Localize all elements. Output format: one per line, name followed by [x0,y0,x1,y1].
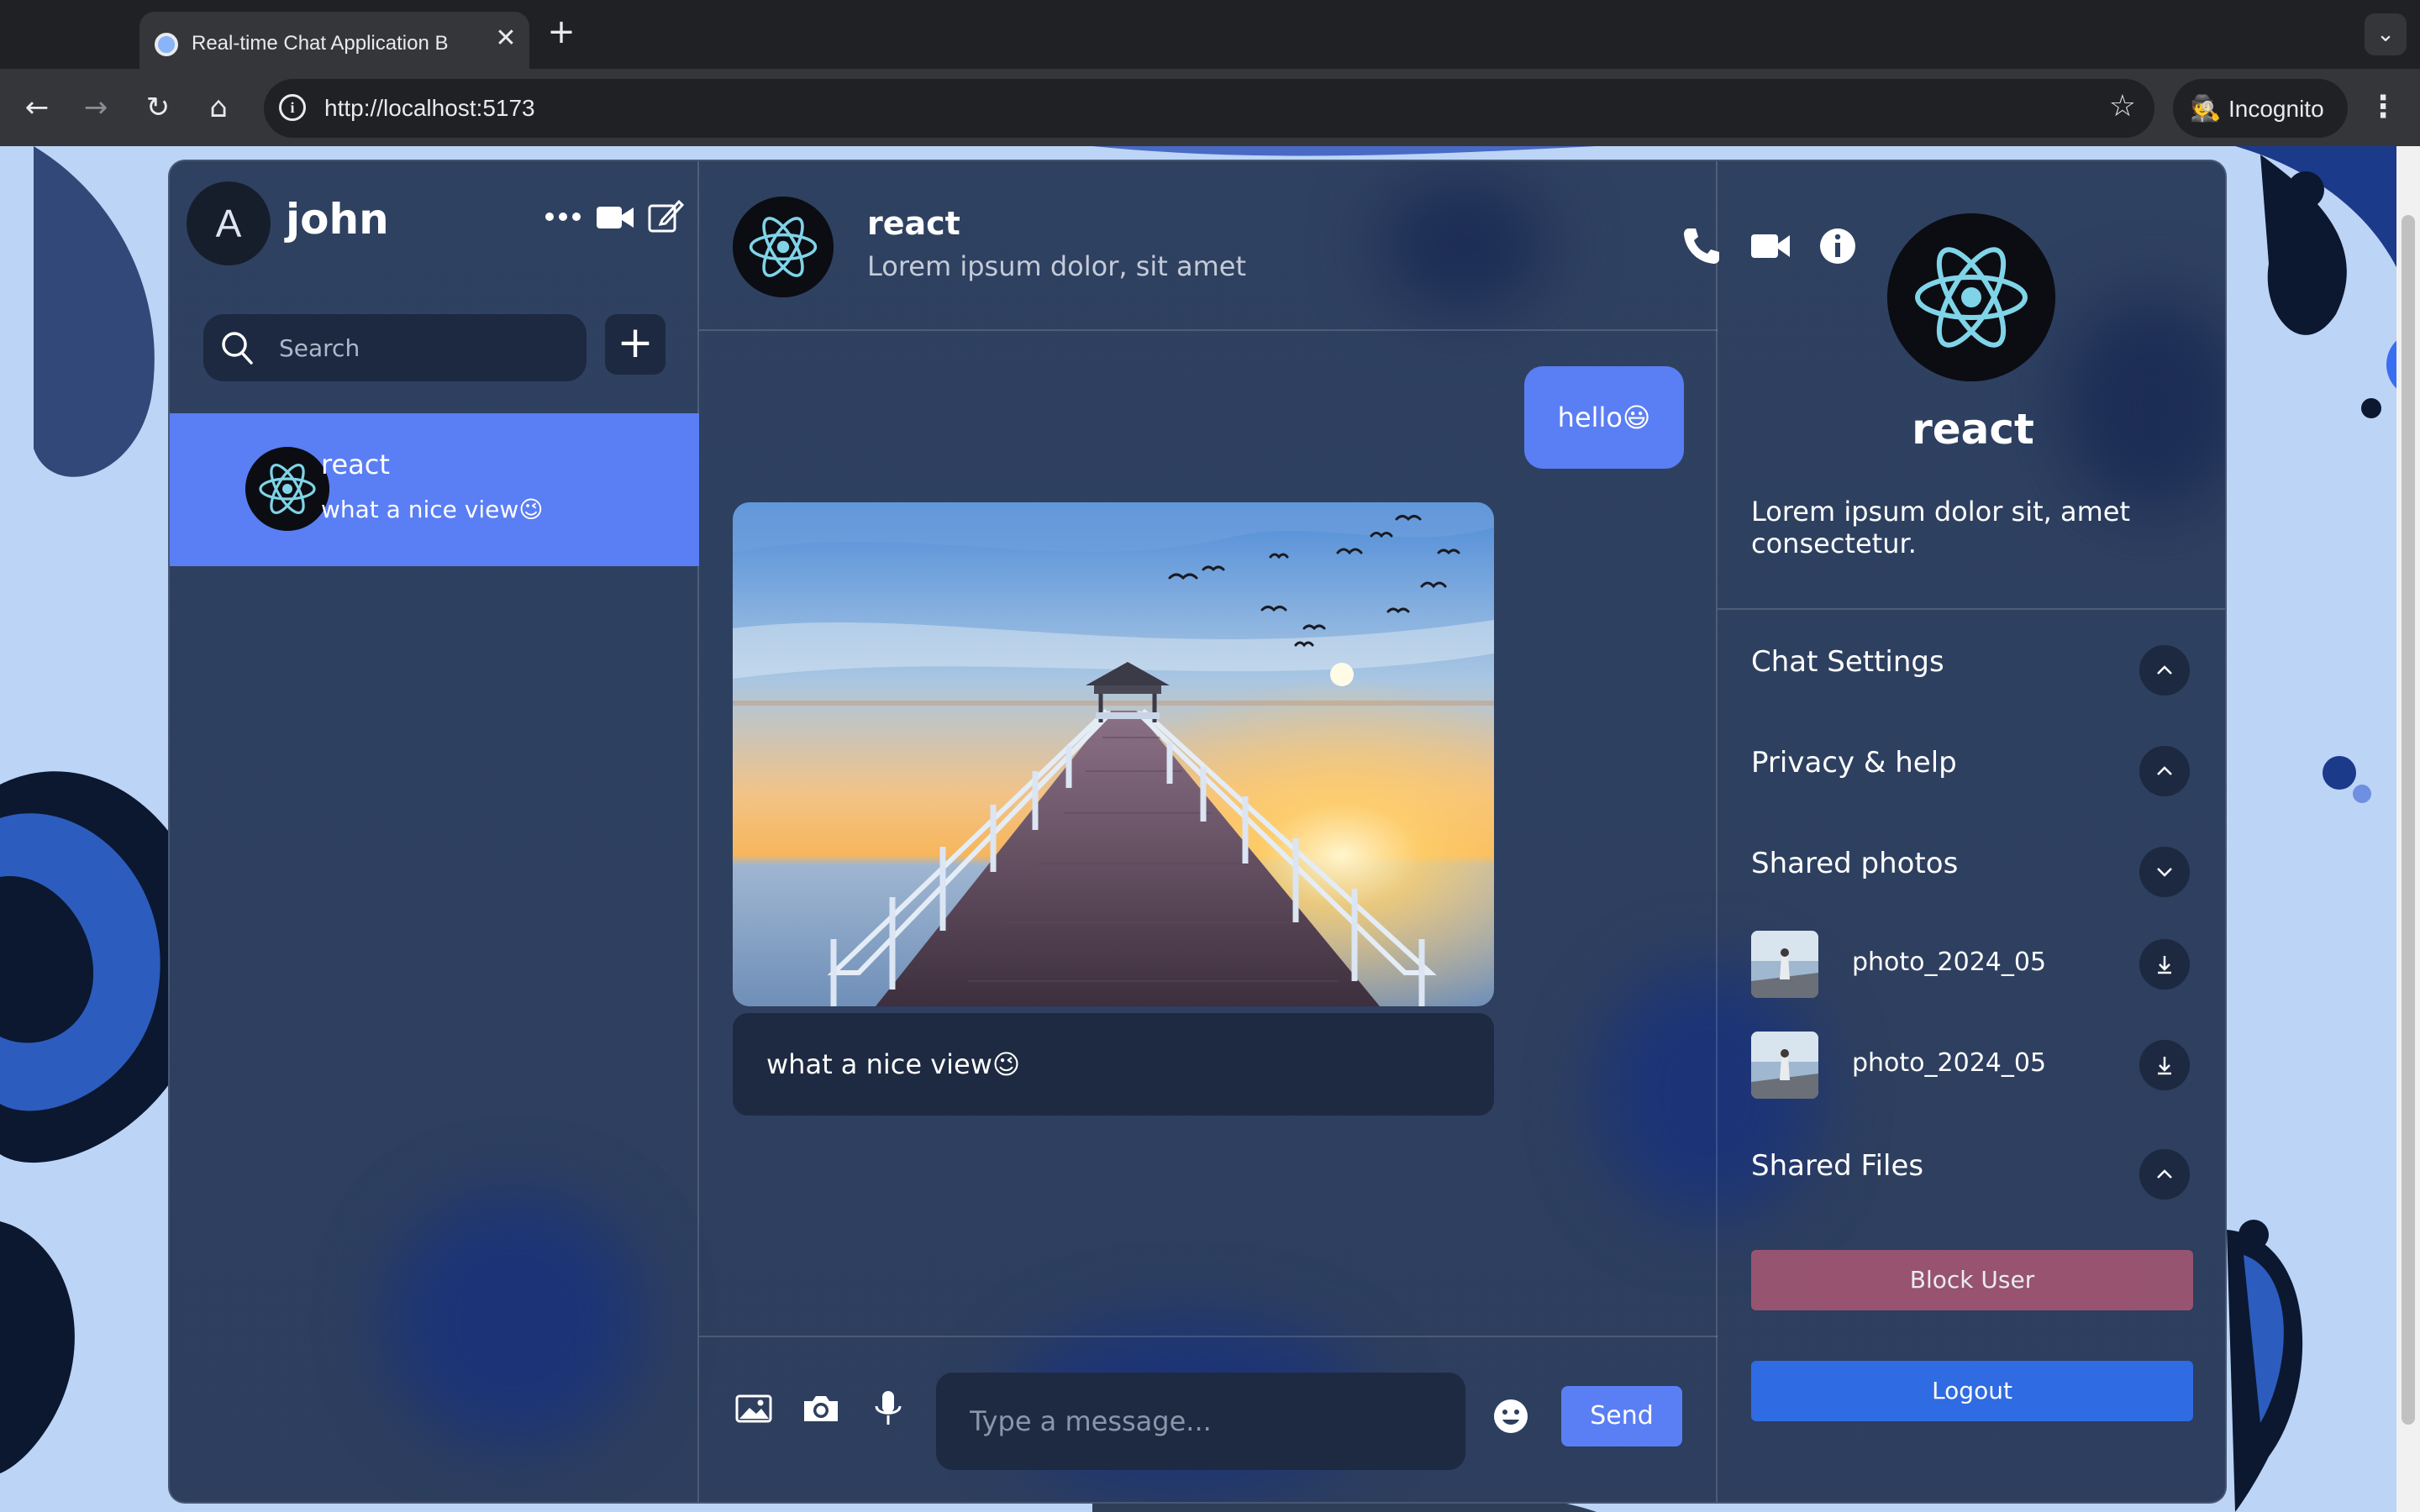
send-button[interactable]: Send [1561,1386,1682,1446]
tab-favicon-icon [155,33,178,56]
tab-close-icon[interactable]: ✕ [491,24,521,54]
bookmark-star-icon[interactable]: ☆ [2109,89,2136,123]
conversation-panel: react Lorem ipsum dolor, sit amet hello😃 [699,161,1855,1502]
image-upload-icon[interactable] [733,1388,775,1430]
conversation-header: react Lorem ipsum dolor, sit amet [699,161,1855,331]
browser-tab[interactable]: Real-time Chat Application B ✕ [139,12,529,69]
photo-name: photo_2024_05 [1852,1048,2047,1078]
chat-item-name: react [321,449,390,480]
chat-item-last-message: what a nice view😉 [321,496,544,523]
incognito-icon: 🕵 [2190,94,2222,123]
chevron-up-icon[interactable] [2139,645,2190,696]
message-composer: Send [699,1336,1718,1502]
message-image[interactable] [733,502,1494,1006]
details-description: Lorem ipsum dolor sit, amet consectetur. [1751,496,2130,559]
search-box[interactable] [203,314,587,381]
photo-thumbnail[interactable] [1751,931,1818,998]
home-icon[interactable]: ⌂ [198,87,239,128]
edit-icon[interactable] [647,198,684,235]
camera-icon[interactable] [800,1388,842,1430]
incognito-label: Incognito [2228,96,2324,122]
emoji-icon[interactable] [1492,1398,1529,1435]
microphone-icon[interactable] [867,1388,909,1430]
chat-list-panel: A john + [170,161,699,1502]
details-header: react Lorem ipsum dolor sit, amet consec… [1718,161,2225,610]
forward-icon[interactable]: → [76,87,116,128]
search-input[interactable] [279,326,565,370]
incognito-badge[interactable]: 🕵 Incognito [2173,79,2348,138]
reload-icon[interactable]: ↻ [138,87,178,128]
photo-thumbnail[interactable] [1751,1032,1818,1099]
chat-app: A john + [168,160,2227,1504]
message-own: hello😃 [1524,366,1684,469]
details-panel: react Lorem ipsum dolor sit, amet consec… [1718,161,2225,1502]
list-item[interactable]: react what a nice view😉 [170,413,699,566]
bg-dot [2323,756,2356,790]
tab-title: Real-time Chat Application B [192,32,449,55]
privacy-help-title: Privacy & help [1751,746,1957,780]
bg-dot [2238,1220,2269,1250]
chevron-up-icon[interactable] [2139,1149,2190,1200]
back-icon[interactable]: ← [17,87,57,128]
chevron-down-icon[interactable] [2139,847,2190,897]
shared-files-title: Shared Files [1751,1149,1924,1183]
conversation-description: Lorem ipsum dolor, sit amet [867,250,1246,282]
shared-photos-title: Shared photos [1751,847,1959,880]
message-input[interactable] [936,1373,1465,1470]
block-user-button[interactable]: Block User [1751,1250,2193,1310]
url-text: http://localhost:5173 [324,95,535,121]
browser-menu-icon[interactable]: ⋮ [2366,87,2400,128]
video-icon[interactable] [597,205,634,230]
search-icon [222,332,253,365]
bg-dot [2361,398,2381,418]
bg-dot [2287,171,2324,208]
bg-dot [8,1342,29,1362]
tab-search-chevron-icon[interactable]: ⌄ [2365,13,2407,55]
phone-icon[interactable] [1681,225,1723,267]
photo-name: photo_2024_05 [1852,948,2047,977]
scrollbar-thumb[interactable] [2402,215,2415,1425]
more-icon[interactable] [544,208,581,225]
logout-button[interactable]: Logout [1751,1361,2193,1421]
browser-toolbar: ← → ↻ ⌂ i http://localhost:5173 ☆ 🕵 Inco… [0,69,2420,146]
new-tab-icon[interactable]: + [544,15,578,49]
chevron-up-icon[interactable] [2139,746,2190,796]
react-logo-icon [245,447,329,531]
details-title: react [1912,405,2034,454]
conversation-title: react [867,205,960,242]
download-icon[interactable] [2139,939,2190,990]
page-scrollbar[interactable] [2396,146,2420,1512]
add-user-button[interactable]: + [605,314,666,375]
react-logo-icon[interactable] [733,197,834,297]
browser-tabstrip: Real-time Chat Application B ✕ + ⌄ [0,0,2420,69]
react-logo-icon [1887,213,2055,381]
chat-settings-title: Chat Settings [1751,645,1944,679]
bg-dot [2353,785,2371,803]
site-info-icon[interactable]: i [279,94,306,121]
message-text: what a nice view😉 [733,1013,1494,1116]
download-icon[interactable] [2139,1040,2190,1090]
current-user-name: john [286,195,389,244]
address-bar[interactable]: i http://localhost:5173 ☆ [264,79,2154,138]
avatar[interactable]: A [187,181,271,265]
